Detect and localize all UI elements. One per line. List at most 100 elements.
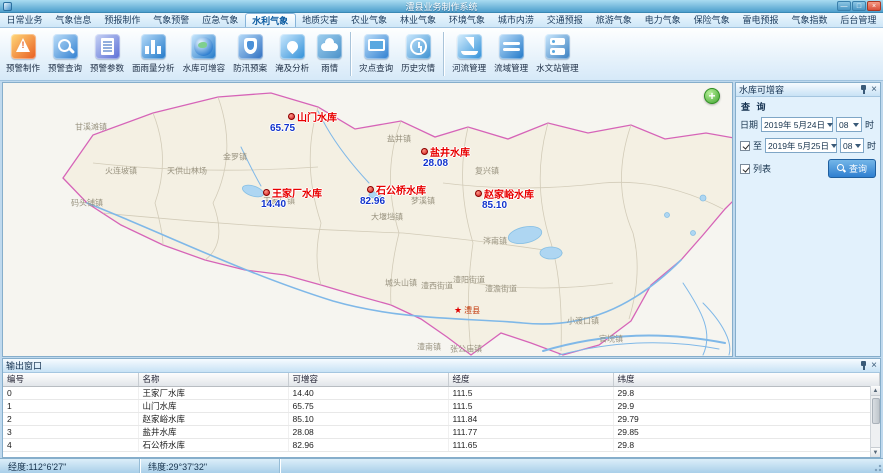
menu-tab-4[interactable]: 气象预警 [147, 13, 196, 27]
toolbar-button-hydro-station-management[interactable]: 水文站管理 [532, 31, 583, 77]
menu-tab-5[interactable]: 应急气象 [196, 13, 245, 27]
toolbar-button-warning-query[interactable]: 预警查询 [44, 31, 86, 77]
menu-tab-14[interactable]: 电力气象 [638, 13, 687, 27]
scroll-thumb[interactable] [872, 398, 880, 424]
table-cell: 0 [3, 386, 138, 399]
table-row[interactable]: 4石公桥水库82.96111.6529.8 [3, 438, 880, 451]
menu-tab-11[interactable]: 城市内涝 [491, 13, 540, 27]
table-header[interactable]: 可增容 [288, 373, 448, 386]
toolbar-button-label: 灾点查询 [359, 62, 393, 74]
toolbar-button-disaster-point-query[interactable]: 灾点查询 [355, 31, 397, 77]
marker-dot-icon [288, 113, 295, 120]
reservoir-value: 82.96 [360, 196, 385, 207]
date-to-select[interactable]: 2019年 5月25日 [765, 138, 837, 153]
list-checkbox[interactable] [740, 164, 750, 174]
menu-tab-10[interactable]: 环境气象 [442, 13, 491, 27]
table-scrollbar[interactable]: ▲ ▼ [870, 386, 880, 457]
reservoir-name: 山门水库 [297, 109, 337, 124]
pin-icon[interactable] [860, 85, 867, 94]
table-row[interactable]: 1山门水库65.75111.529.9 [3, 399, 880, 412]
table-header[interactable]: 名称 [138, 373, 288, 386]
toolbar-button-river-management[interactable]: 河流管理 [448, 31, 490, 77]
river-management-icon [457, 34, 482, 59]
chevron-down-icon [831, 144, 837, 148]
warning-make-icon [11, 34, 36, 59]
output-header: 输出窗口 × [3, 359, 880, 373]
menu-tab-15[interactable]: 保险气象 [687, 13, 736, 27]
hour-to-select[interactable]: 08 [840, 138, 864, 153]
toolbar-button-label: 防汛预案 [233, 62, 267, 74]
to-checkbox[interactable] [740, 141, 750, 151]
menu-tab-17[interactable]: 气象指数 [785, 13, 834, 27]
query-button-label: 查询 [849, 162, 867, 175]
reservoir-marker[interactable]: 山门水库 [288, 109, 337, 124]
menu-tab-2[interactable]: 气象信息 [49, 13, 98, 27]
minimize-button[interactable]: — [837, 1, 851, 11]
county-seat-marker: ★ 澧县 [454, 305, 480, 316]
output-table-area: 编号名称可增容经度纬度 0王家厂水库14.40111.529.81山门水库65.… [3, 373, 880, 457]
window-title: 澧县业务制作系统 [405, 0, 477, 13]
date-from-select[interactable]: 2019年 5月24日 [761, 117, 833, 132]
query-button[interactable]: 查询 [828, 159, 876, 178]
inundation-analysis-icon [280, 34, 305, 59]
maximize-button[interactable]: □ [852, 1, 866, 11]
menu-tab-3[interactable]: 预报制作 [98, 13, 147, 27]
toolbar-button-inundation-analysis[interactable]: 淹及分析 [271, 31, 313, 77]
table-header[interactable]: 纬度 [613, 373, 880, 386]
toolbar-button-label: 河流管理 [452, 62, 486, 74]
toolbar-button-rain-condition[interactable]: 雨情 [313, 31, 346, 77]
menu-tab-8[interactable]: 农业气象 [345, 13, 394, 27]
menu-tab-9[interactable]: 林业气象 [394, 13, 443, 27]
close-button[interactable]: × [867, 1, 881, 11]
menu-tab-18[interactable]: 后台管理 [834, 13, 883, 27]
reservoir-marker[interactable]: 赵家峪水库 [475, 186, 534, 201]
pin-icon[interactable] [860, 361, 867, 370]
reservoir-capacity-panel: 水库可增容 × 查 询 日期 2019年 5月24日 08 时 至 2019年 … [735, 82, 881, 357]
toolbar-separator [350, 32, 351, 76]
table-row[interactable]: 3盐井水库28.08111.7729.85 [3, 425, 880, 438]
output-close-icon[interactable]: × [871, 361, 877, 371]
side-panel-title: 水库可增容 [739, 83, 784, 96]
toolbar-button-areal-rainfall-analysis[interactable]: 面雨量分析 [128, 31, 179, 77]
toolbar-button-flood-control-plan[interactable]: 防汛预案 [229, 31, 271, 77]
table-header[interactable]: 经度 [448, 373, 613, 386]
hour-to-value: 08 [843, 141, 852, 151]
table-header[interactable]: 编号 [3, 373, 138, 386]
hour-from-select[interactable]: 08 [836, 117, 862, 132]
menu-tab-12[interactable]: 交通预报 [540, 13, 589, 27]
reservoir-marker[interactable]: 盐井水库 [421, 144, 470, 159]
reservoir-name: 盐井水库 [430, 144, 470, 159]
table-row[interactable]: 0王家厂水库14.40111.529.8 [3, 386, 880, 399]
toolbar-button-warning-params[interactable]: 预警参数 [86, 31, 128, 77]
rain-condition-icon [317, 34, 342, 59]
scroll-up-icon[interactable]: ▲ [871, 386, 881, 396]
app-icon [3, 2, 12, 11]
menu-tab-13[interactable]: 旅游气象 [589, 13, 638, 27]
toolbar-button-label: 预警制作 [6, 62, 40, 74]
table-row[interactable]: 2赵家峪水库85.10111.8429.79 [3, 412, 880, 425]
table-cell: 29.85 [613, 425, 880, 438]
toolbar-button-reservoir-capacity[interactable]: 水库可增容 [179, 31, 230, 77]
reservoir-capacity-icon [191, 34, 216, 59]
menu-tab-1[interactable]: 日常业务 [0, 13, 49, 27]
toolbar-button-history-disaster[interactable]: 历史灾情 [397, 31, 439, 77]
reservoir-name: 石公桥水库 [376, 182, 426, 197]
menu-tab-16[interactable]: 雷电预报 [736, 13, 785, 27]
list-label: 列表 [753, 162, 771, 175]
star-icon: ★ [454, 306, 462, 315]
table-cell: 28.08 [288, 425, 448, 438]
map-panel[interactable]: 甘溪滩镇火连坡镇天供山林场金罗镇码头铺镇王家厂镇盐井镇复兴镇梦溪镇大堰垱镇涔南镇… [2, 82, 733, 357]
panel-close-icon[interactable]: × [871, 85, 877, 95]
hydro-station-management-icon [545, 34, 570, 59]
scroll-down-icon[interactable]: ▼ [871, 447, 881, 457]
toolbar-button-warning-make[interactable]: 预警制作 [2, 31, 44, 77]
menu-tab-6[interactable]: 水利气象 [245, 13, 296, 27]
table-cell: 4 [3, 438, 138, 451]
reservoir-marker[interactable]: 王家厂水库 [263, 185, 322, 200]
table-cell: 赵家峪水库 [138, 412, 288, 425]
menu-tab-7[interactable]: 地质灾害 [296, 13, 345, 27]
map-add-button[interactable]: + [704, 88, 720, 104]
reservoir-marker[interactable]: 石公桥水库 [367, 182, 426, 197]
resize-grip[interactable] [871, 460, 883, 472]
toolbar-button-basin-management[interactable]: 流域管理 [490, 31, 532, 77]
